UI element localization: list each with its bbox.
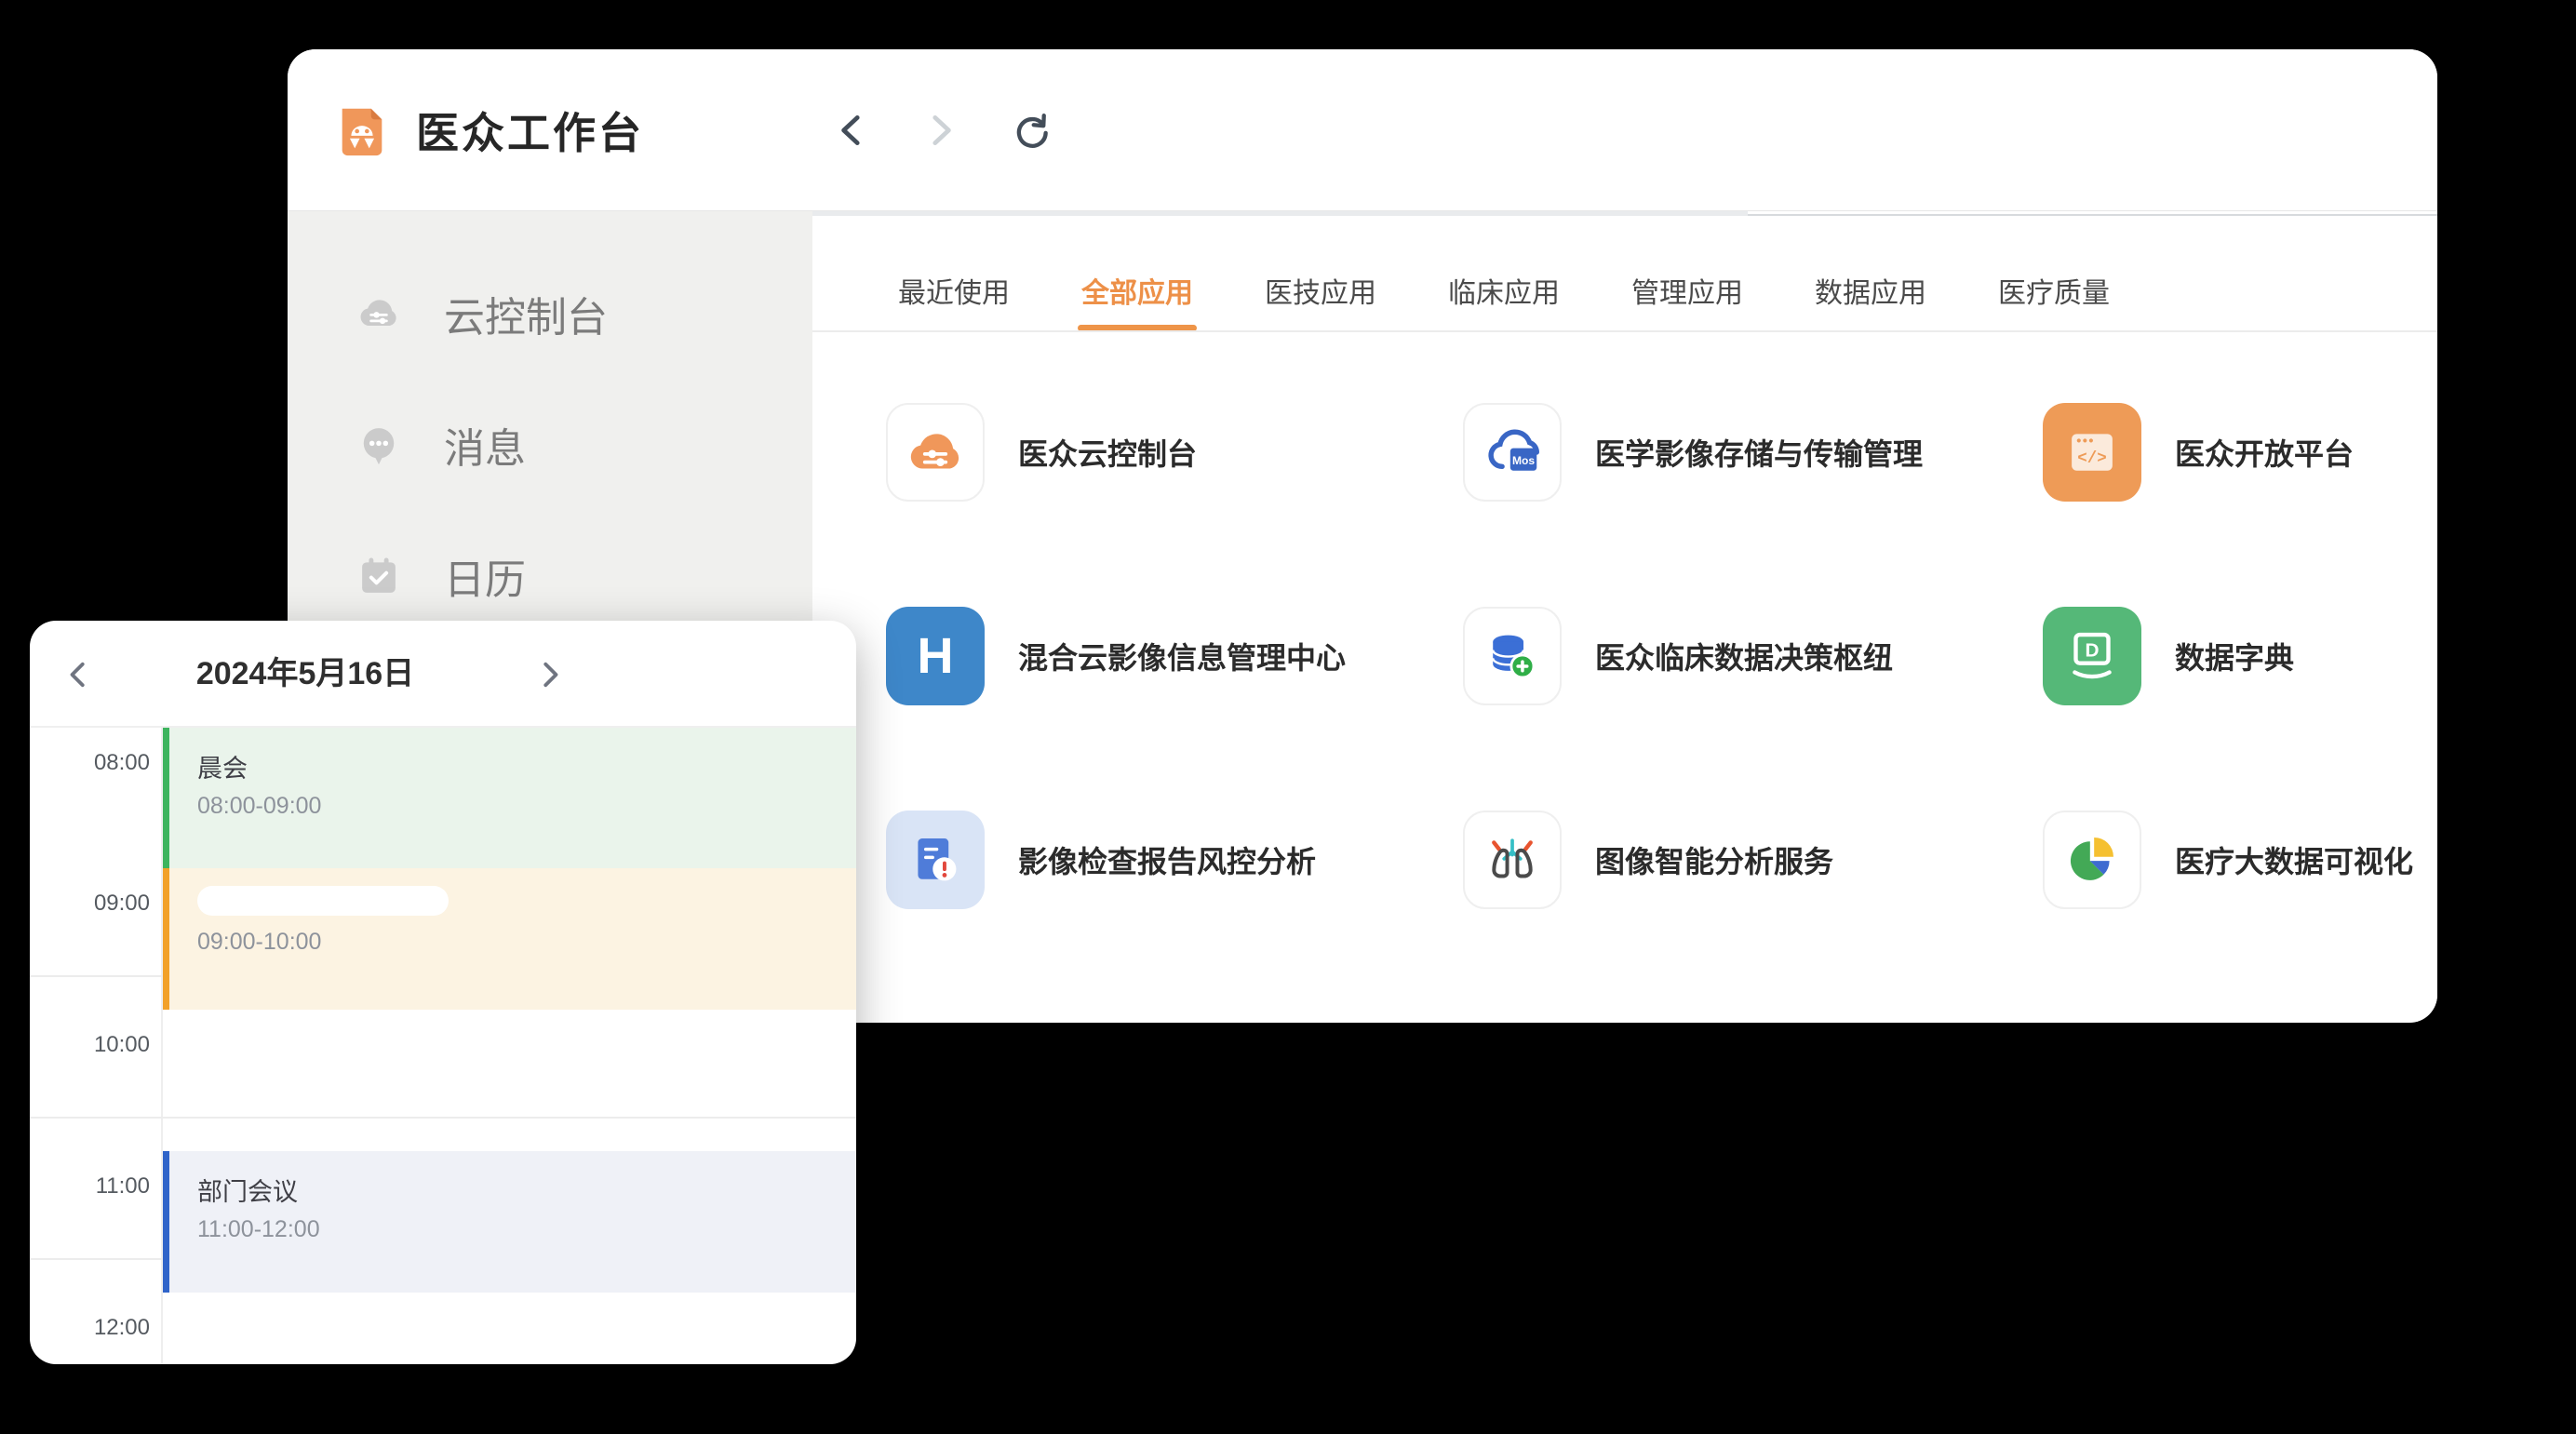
tab-clinical-apps[interactable]: 临床应用 xyxy=(1448,275,1560,325)
sidebar-item-label: 消息 xyxy=(444,415,526,475)
event-title: 晨会 xyxy=(197,728,856,784)
calendar-next-day-button[interactable] xyxy=(530,656,568,693)
refresh-button[interactable] xyxy=(1006,109,1049,152)
app-label: 医众开放平台 xyxy=(2175,431,2354,474)
window-title: 医众工作台 xyxy=(416,100,644,161)
database-plus-icon xyxy=(1480,623,1545,689)
app-cloud-console[interactable]: 医众云控制台 xyxy=(886,403,1463,502)
cloud-sliders-icon xyxy=(355,289,403,338)
sidebar-item-label: 云控制台 xyxy=(444,284,608,343)
app-logo-icon xyxy=(333,101,391,159)
calendar-panel: 2024年5月16日 08:00 09:00 10:00 11:00 12:00… xyxy=(30,621,856,1364)
app-label: 影像检查报告风控分析 xyxy=(1018,838,1316,881)
sidebar-item-cloud-console[interactable]: 云控制台 xyxy=(288,248,812,379)
message-bubble-icon xyxy=(355,421,403,469)
content-area: 最近使用 全部应用 医技应用 临床应用 管理应用 数据应用 医疗质量 xyxy=(812,211,2437,1022)
app-label: 混合云影像信息管理中心 xyxy=(1018,635,1346,677)
app-label: 医疗大数据可视化 xyxy=(2175,838,2413,881)
content-top-line xyxy=(1748,214,2437,216)
window-header: 医众工作台 xyxy=(288,49,2437,211)
app-data-dictionary[interactable]: D 数据字典 xyxy=(2043,607,2437,705)
tab-bar: 最近使用 全部应用 医技应用 临床应用 管理应用 数据应用 医疗质量 xyxy=(898,275,2110,325)
calendar-event-morning-meeting[interactable]: 晨会 08:00-09:00 xyxy=(163,728,856,868)
sidebar-item-messages[interactable]: 消息 xyxy=(288,379,812,510)
time-label: 09:00 xyxy=(30,891,150,917)
code-window-icon: </> xyxy=(2059,420,2125,485)
app-label: 医众云控制台 xyxy=(1018,431,1197,474)
calendar-header: 2024年5月16日 xyxy=(30,621,856,728)
chevron-right-icon xyxy=(530,656,568,693)
event-title: 部门会议 xyxy=(197,1151,856,1208)
tab-all-apps[interactable]: 全部应用 xyxy=(1081,275,1193,325)
calendar-prev-day-button[interactable] xyxy=(60,656,98,693)
cloud-storage-icon: Mos xyxy=(1480,420,1545,485)
app-clinical-data-hub[interactable]: 医众临床数据决策枢纽 xyxy=(1463,607,2043,705)
app-open-platform[interactable]: </> 医众开放平台 xyxy=(2043,403,2437,502)
app-report-risk-analysis[interactable]: 影像检查报告风控分析 xyxy=(886,811,1463,909)
app-image-storage[interactable]: Mos 医学影像存储与传输管理 xyxy=(1463,403,2043,502)
tab-admin-apps[interactable]: 管理应用 xyxy=(1631,275,1743,325)
app-image-ai-analysis[interactable]: 图像智能分析服务 xyxy=(1463,811,2043,909)
mos-badge: Mos xyxy=(1512,454,1535,467)
app-big-data-visualization[interactable]: 医疗大数据可视化 xyxy=(2043,811,2437,909)
redacted-event-title xyxy=(197,886,449,916)
app-label: 图像智能分析服务 xyxy=(1595,838,1833,881)
cloud-sliders-icon xyxy=(903,420,968,485)
sidebar-item-label: 日历 xyxy=(444,546,526,606)
chevron-left-icon xyxy=(831,109,874,152)
letter-d-glyph: D xyxy=(2086,640,2100,662)
tab-recent[interactable]: 最近使用 xyxy=(898,275,1010,325)
app-label: 医众临床数据决策枢纽 xyxy=(1595,635,1893,677)
calendar-day-view: 08:00 09:00 10:00 11:00 12:00 晨会 08:00-0… xyxy=(30,728,856,1364)
content-top-strip xyxy=(812,211,1748,216)
app-label: 医学影像存储与传输管理 xyxy=(1595,431,1923,474)
time-label: 10:00 xyxy=(30,1032,150,1058)
calendar-event-department-meeting[interactable]: 部门会议 11:00-12:00 xyxy=(163,1151,856,1293)
tab-quality[interactable]: 医疗质量 xyxy=(1998,275,2110,325)
app-label: 数据字典 xyxy=(2175,635,2294,677)
tabs-divider xyxy=(812,330,2437,332)
calendar-event-redacted[interactable]: 09:00-10:00 xyxy=(163,868,856,1010)
report-alert-icon xyxy=(903,827,968,892)
event-time: 09:00-10:00 xyxy=(197,929,856,956)
pie-chart-icon xyxy=(2059,827,2125,892)
desktop-background: 医众工作台 xyxy=(0,0,2576,1434)
calendar-date-title: 2024年5月16日 xyxy=(110,621,501,728)
apps-grid: 医众云控制台 Mos 医学影像存储与传输管理 xyxy=(886,403,2437,909)
event-time: 11:00-12:00 xyxy=(197,1216,856,1243)
code-glyph: </> xyxy=(2077,449,2107,468)
refresh-icon xyxy=(1006,109,1049,152)
letter-h-icon: H xyxy=(918,627,954,685)
tab-medtech-apps[interactable]: 医技应用 xyxy=(1265,275,1376,325)
app-hybrid-cloud-center[interactable]: H 混合云影像信息管理中心 xyxy=(886,607,1463,705)
back-button[interactable] xyxy=(831,109,874,152)
time-label: 12:00 xyxy=(30,1315,150,1341)
time-label: 11:00 xyxy=(30,1173,150,1199)
event-time: 08:00-09:00 xyxy=(197,793,856,820)
time-label: 08:00 xyxy=(30,750,150,776)
tab-data-apps[interactable]: 数据应用 xyxy=(1815,275,1926,325)
lungs-icon xyxy=(1480,827,1545,892)
forward-button[interactable] xyxy=(919,109,961,152)
dictionary-book-icon: D xyxy=(2059,623,2125,689)
chevron-left-icon xyxy=(60,656,98,693)
nav-controls xyxy=(831,49,1049,211)
calendar-check-icon xyxy=(355,552,403,600)
chevron-right-icon xyxy=(919,109,961,152)
hour-gridline xyxy=(30,1117,856,1119)
